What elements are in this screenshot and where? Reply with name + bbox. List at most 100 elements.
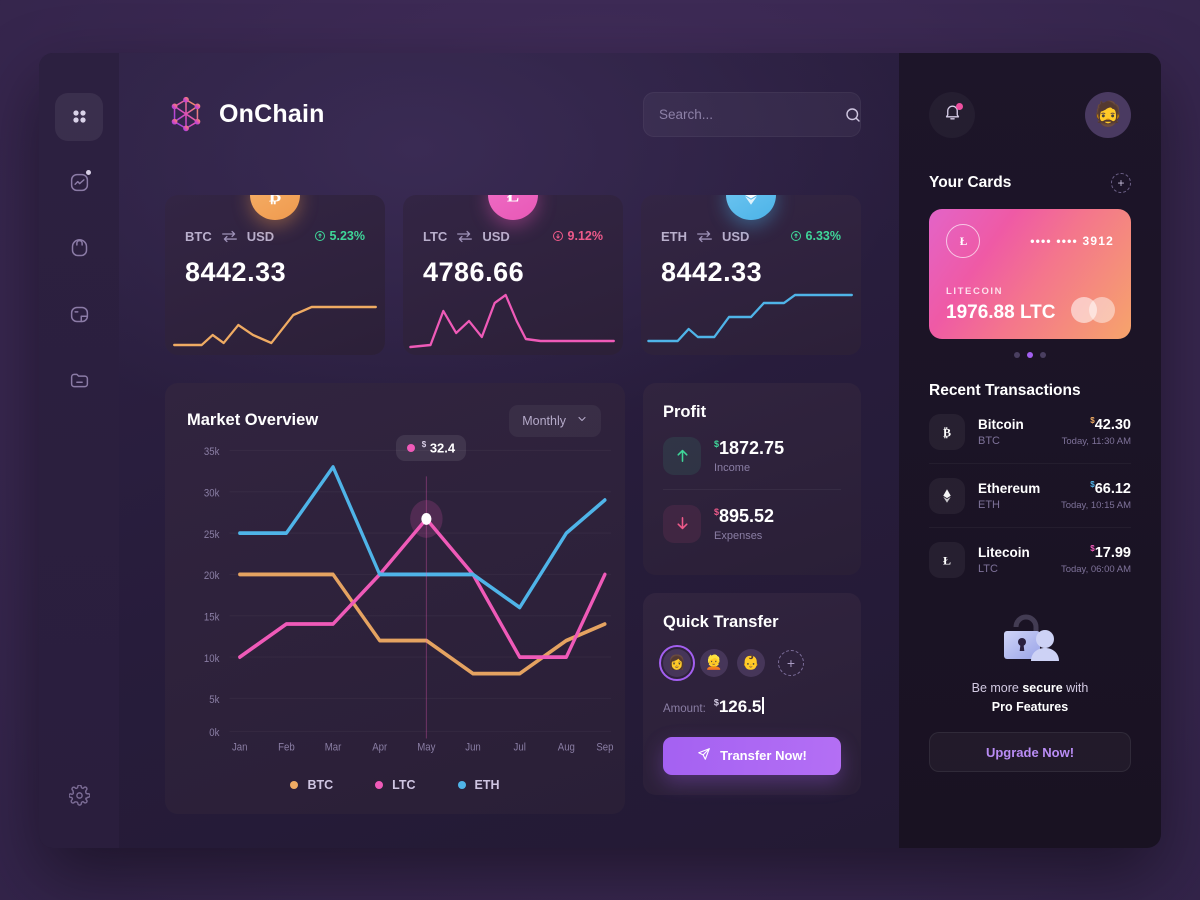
main-right-column: Profit $1872.75 Income $895.52 Expenses … bbox=[643, 382, 861, 814]
svg-text:Feb: Feb bbox=[278, 741, 295, 753]
legend-dot-btc bbox=[290, 780, 299, 789]
promo-line1-pre: Be more bbox=[971, 680, 1023, 695]
amount-value[interactable]: $126.5 bbox=[714, 696, 764, 717]
transaction-amount-value: 17.99 bbox=[1094, 544, 1131, 561]
coin-symbol: BTC bbox=[185, 228, 212, 244]
quick-transfer-panel: Quick Transfer 👩 👱 👶 + Amount: $126.5 Tr… bbox=[643, 592, 861, 795]
profit-expenses-label: Expenses bbox=[714, 529, 763, 542]
coin-symbol: LTC bbox=[423, 228, 448, 244]
search-icon[interactable] bbox=[844, 106, 862, 124]
avatar[interactable]: 👱 bbox=[700, 648, 728, 677]
list-item[interactable]: Ł Litecoin LTC $17.99 Today, 06:00 AM bbox=[929, 526, 1131, 591]
top-bar: OnChain bbox=[165, 87, 861, 143]
legend-item-ltc[interactable]: LTC bbox=[375, 777, 416, 792]
bitcoin-icon: ₿ bbox=[250, 194, 300, 220]
tooltip-currency: $ bbox=[421, 439, 427, 449]
card-top-row: Ł •••• •••• 3912 bbox=[946, 223, 1114, 258]
transfer-now-button[interactable]: Transfer Now! bbox=[663, 736, 841, 775]
legend-item-btc[interactable]: BTC bbox=[290, 778, 333, 792]
avatar[interactable]: 👩 bbox=[659, 644, 695, 681]
pager-dot-active[interactable] bbox=[1027, 351, 1033, 358]
notifications-button[interactable] bbox=[929, 91, 975, 138]
ethereum-icon bbox=[726, 194, 776, 220]
card-amount: 1976.88 LTC bbox=[946, 301, 1056, 323]
add-contact-button[interactable]: + bbox=[778, 649, 804, 676]
market-chart[interactable]: 35k 30k 25k 20k 15k 10k 5k 0k Jan Feb Ma… bbox=[187, 434, 614, 753]
coin-card-eth[interactable]: ETH USD 6.33% 8442.33 bbox=[641, 194, 861, 355]
pie-chart-icon bbox=[69, 304, 90, 325]
chart-legend: BTC LTC ETH bbox=[165, 778, 625, 792]
coin-quote: USD bbox=[722, 228, 750, 244]
litecoin-icon: Ł bbox=[488, 194, 538, 220]
svg-text:25k: 25k bbox=[204, 529, 220, 541]
lock-user-icon bbox=[929, 607, 1131, 667]
sidebar-item-settings[interactable] bbox=[55, 772, 103, 820]
profit-title: Profit bbox=[663, 402, 707, 421]
svg-text:Jul: Jul bbox=[514, 741, 526, 753]
right-panel: 🧔 Your Cards + Ł •••• •••• 3912 LITECOIN… bbox=[899, 52, 1161, 848]
add-card-button[interactable]: + bbox=[1111, 172, 1131, 193]
tooltip-value: 32.4 bbox=[429, 440, 456, 456]
profit-income-label: Income bbox=[714, 461, 751, 474]
amount-label: Amount: bbox=[663, 702, 706, 715]
upgrade-now-button[interactable]: Upgrade Now! bbox=[929, 732, 1131, 773]
pager-dot[interactable] bbox=[1040, 351, 1046, 358]
sidebar-item-portfolio[interactable] bbox=[55, 291, 103, 339]
notification-badge bbox=[956, 102, 963, 110]
card-pager[interactable] bbox=[929, 351, 1131, 358]
coin-card-ltc[interactable]: Ł LTC USD 9.12% 4786.66 bbox=[403, 194, 623, 355]
profit-income-value: $1872.75 bbox=[714, 438, 784, 459]
litecoin-icon: Ł bbox=[946, 223, 980, 258]
credit-card[interactable]: Ł •••• •••• 3912 LITECOIN 1976.88 LTC bbox=[929, 208, 1131, 339]
search-box[interactable] bbox=[643, 92, 861, 137]
coin-card-btc[interactable]: ₿ BTC USD 5.23% 8442.33 bbox=[165, 194, 385, 355]
transaction-name: Ethereum bbox=[978, 480, 1041, 496]
sidebar-item-dashboard[interactable] bbox=[55, 92, 103, 141]
coin-pair-ltc: LTC USD 9.12% bbox=[423, 229, 603, 244]
svg-text:Mar: Mar bbox=[325, 741, 342, 753]
arrow-up-icon bbox=[663, 436, 701, 475]
sidebar-item-files[interactable] bbox=[55, 357, 103, 405]
coin-change-btc: 5.23% bbox=[314, 229, 365, 243]
right-panel-topbar: 🧔 bbox=[929, 87, 1131, 143]
svg-text:Ł: Ł bbox=[507, 195, 519, 206]
sidebar bbox=[39, 52, 119, 848]
svg-text:Jan: Jan bbox=[232, 741, 248, 753]
sidebar-item-analytics[interactable] bbox=[55, 159, 103, 207]
period-dropdown[interactable]: Monthly bbox=[509, 404, 601, 437]
promo-text: Be more secure with Pro Features bbox=[929, 679, 1131, 718]
legend-dot-eth bbox=[457, 780, 466, 789]
profit-expenses-value: $895.52 bbox=[714, 506, 774, 527]
avatar[interactable]: 🧔 bbox=[1085, 91, 1131, 138]
arrow-down-icon bbox=[663, 504, 701, 543]
svg-text:Jun: Jun bbox=[465, 741, 481, 753]
svg-text:5k: 5k bbox=[209, 694, 220, 706]
coin-cards-row: ₿ BTC USD 5.23% 8442.33 Ł LTC USD 9.12% … bbox=[165, 194, 861, 355]
legend-label-btc: BTC bbox=[307, 777, 334, 792]
transactions-title: Recent Transactions bbox=[929, 381, 1081, 399]
brand-logo[interactable]: OnChain bbox=[165, 94, 325, 136]
profit-row-expenses: $895.52 Expenses bbox=[663, 488, 841, 557]
legend-item-eth[interactable]: ETH bbox=[457, 778, 500, 792]
bitcoin-icon: ₿ bbox=[929, 413, 965, 450]
swap-arrows-icon bbox=[696, 230, 713, 243]
profit-row-income: $1872.75 Income bbox=[663, 422, 841, 489]
brand-name: OnChain bbox=[219, 100, 325, 128]
svg-text:20k: 20k bbox=[204, 570, 220, 582]
text-caret bbox=[762, 696, 764, 714]
amount-field[interactable]: Amount: $126.5 bbox=[663, 696, 841, 717]
coin-quote: USD bbox=[246, 228, 275, 244]
legend-label-ltc: LTC bbox=[392, 777, 416, 792]
ethereum-icon bbox=[929, 477, 965, 514]
search-input[interactable] bbox=[659, 107, 836, 122]
pager-dot[interactable] bbox=[1014, 351, 1020, 358]
list-item[interactable]: Ethereum ETH $66.12 Today, 10:15 AM bbox=[929, 462, 1131, 527]
period-value: Monthly bbox=[522, 413, 566, 428]
sidebar-item-wallet[interactable] bbox=[55, 225, 103, 273]
transaction-meta: $66.12 Today, 10:15 AM bbox=[1061, 480, 1131, 512]
list-item[interactable]: ₿ Bitcoin BTC $42.30 Today, 11:30 AM bbox=[929, 400, 1131, 463]
avatar[interactable]: 👶 bbox=[737, 648, 765, 677]
sparkline-btc bbox=[165, 281, 385, 355]
sidebar-badge-dot bbox=[86, 169, 91, 175]
sparkline-eth bbox=[641, 281, 861, 355]
